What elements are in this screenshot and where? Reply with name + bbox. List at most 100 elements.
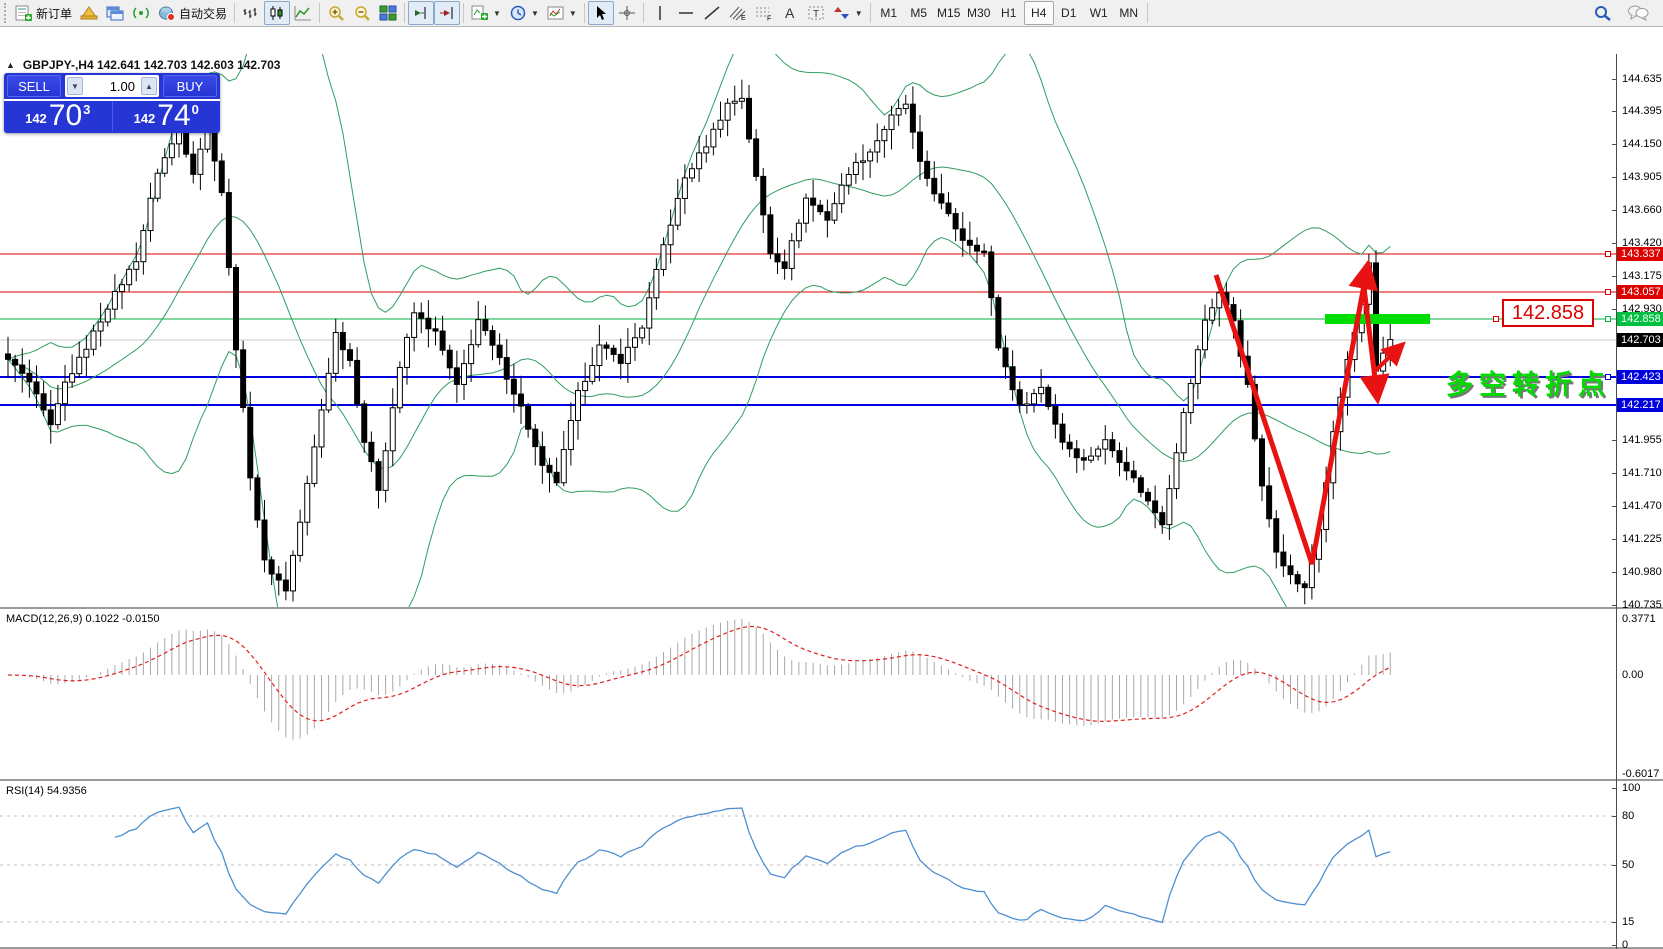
chat-button[interactable] <box>1623 1 1653 25</box>
wizard-icon <box>80 5 98 21</box>
dropdown-caret-icon[interactable]: ▼ <box>569 9 577 18</box>
indicators-icon <box>471 5 489 21</box>
candle <box>811 180 816 222</box>
rsi-pane[interactable] <box>0 782 1616 947</box>
rsi-tick-dash <box>1612 816 1616 817</box>
price-callout-label[interactable]: 142.858 <box>1502 299 1594 327</box>
candle <box>846 167 851 195</box>
zoom-in-button[interactable] <box>323 1 349 25</box>
candle <box>447 345 452 380</box>
timeframe-button-h4[interactable]: H4 <box>1024 1 1054 25</box>
candle <box>148 183 153 242</box>
wizard-button[interactable] <box>76 1 102 25</box>
tile-windows-button[interactable] <box>375 1 401 25</box>
charts-window-button[interactable] <box>102 1 128 25</box>
candle <box>1103 425 1108 464</box>
chart-area[interactable]: ▲ GBPJPY-,H4 142.641 142.703 142.603 142… <box>0 27 1663 949</box>
candle <box>376 459 381 509</box>
macd-scale-label: 0.3771 <box>1622 613 1656 625</box>
line-anchor-marker[interactable] <box>1605 289 1611 295</box>
line-chart-button[interactable] <box>290 1 316 25</box>
dropdown-caret-icon[interactable]: ▼ <box>531 9 539 18</box>
timeframe-button-m30[interactable]: M30 <box>964 1 994 25</box>
macd-scale-label: -0.6017 <box>1622 768 1659 780</box>
text-button[interactable]: A <box>777 1 803 25</box>
dropdown-caret-icon[interactable]: ▼ <box>855 9 863 18</box>
toolbar-button-label: 新订单 <box>36 5 72 22</box>
timeframe-button-d1[interactable]: D1 <box>1054 1 1084 25</box>
turning-point-annotation[interactable]: 多空转折点 <box>1446 363 1611 402</box>
label-button[interactable]: T <box>803 1 829 25</box>
crosshair-button[interactable] <box>614 1 640 25</box>
bar-chart-button[interactable] <box>238 1 264 25</box>
candle <box>1124 447 1129 480</box>
line-anchor-marker[interactable] <box>1493 316 1499 322</box>
arrows-button[interactable]: ▼ <box>829 1 867 25</box>
new-order-button[interactable]: 新订单 <box>11 1 76 25</box>
candle-chart-button[interactable] <box>264 1 290 25</box>
autoscroll-button[interactable] <box>434 1 460 25</box>
volume-increase-button[interactable]: ▲ <box>141 77 157 95</box>
timeframe-button-m1[interactable]: M1 <box>874 1 904 25</box>
candle <box>597 325 602 382</box>
candle <box>454 351 459 403</box>
support-zone-bar[interactable] <box>1325 314 1430 324</box>
search-button[interactable] <box>1589 1 1617 25</box>
line-anchor-marker[interactable] <box>1605 316 1611 322</box>
buy-button[interactable]: BUY <box>163 75 217 97</box>
timeframe-button-mn[interactable]: MN <box>1114 1 1144 25</box>
timeframe-button-h1[interactable]: H1 <box>994 1 1024 25</box>
toolbar-right-group <box>1589 1 1661 25</box>
candle <box>362 400 367 453</box>
volume-decrease-button[interactable]: ▼ <box>67 77 83 95</box>
line-anchor-marker[interactable] <box>1605 251 1611 257</box>
collapse-arrow-icon[interactable]: ▲ <box>6 60 15 70</box>
one-click-trading-panel: SELL ▼ 1.00 ▲ BUY 142 70 3 142 74 0 <box>4 73 220 133</box>
chart-shift-button[interactable] <box>408 1 434 25</box>
price-tick-dash <box>1612 506 1616 507</box>
line-chart-icon <box>294 5 312 21</box>
candle <box>896 99 901 126</box>
hline-button[interactable] <box>673 1 699 25</box>
indicators-button[interactable]: ▼ <box>467 1 505 25</box>
macd-rsi-separator[interactable] <box>0 779 1663 781</box>
sell-price-display[interactable]: 142 70 3 <box>4 101 113 131</box>
price-tick-dash <box>1612 473 1616 474</box>
cursor-button[interactable] <box>588 1 614 25</box>
fibo-button[interactable]: F <box>751 1 777 25</box>
zoom-out-button[interactable] <box>349 1 375 25</box>
signal-button[interactable] <box>128 1 154 25</box>
candle <box>134 242 139 281</box>
candle <box>1281 534 1286 577</box>
volume-value[interactable]: 1.00 <box>85 79 139 94</box>
sell-button[interactable]: SELL <box>7 75 61 97</box>
timeframe-button-w1[interactable]: W1 <box>1084 1 1114 25</box>
template-button[interactable]: ▼ <box>543 1 581 25</box>
candle <box>504 339 509 394</box>
candle <box>6 337 11 378</box>
dropdown-caret-icon[interactable]: ▼ <box>493 9 501 18</box>
channel-button[interactable]: E <box>725 1 751 25</box>
macd-pane[interactable] <box>0 609 1616 779</box>
volume-field[interactable]: ▼ 1.00 ▲ <box>65 75 159 97</box>
candle <box>1174 443 1179 499</box>
candle <box>925 150 930 186</box>
candle <box>875 123 880 163</box>
candle <box>910 86 915 149</box>
autotrade-button[interactable]: 自动交易 <box>154 1 231 25</box>
timeframe-button-m15[interactable]: M15 <box>934 1 964 25</box>
trend-zigzag-arrow[interactable] <box>1216 269 1367 564</box>
periods-button[interactable]: ▼ <box>505 1 543 25</box>
vline-button[interactable] <box>647 1 673 25</box>
candle <box>255 474 260 527</box>
timeframe-button-m5[interactable]: M5 <box>904 1 934 25</box>
price-pane[interactable] <box>0 54 1616 607</box>
periods-icon <box>509 5 527 21</box>
price-tick-label: 143.660 <box>1622 204 1662 216</box>
price-macd-separator[interactable] <box>0 607 1663 609</box>
buy-price-display[interactable]: 142 74 0 <box>113 101 221 131</box>
trendline-button[interactable] <box>699 1 725 25</box>
line-anchor-marker[interactable] <box>1605 374 1611 380</box>
new-order-icon <box>15 5 33 21</box>
candle <box>1167 475 1172 540</box>
